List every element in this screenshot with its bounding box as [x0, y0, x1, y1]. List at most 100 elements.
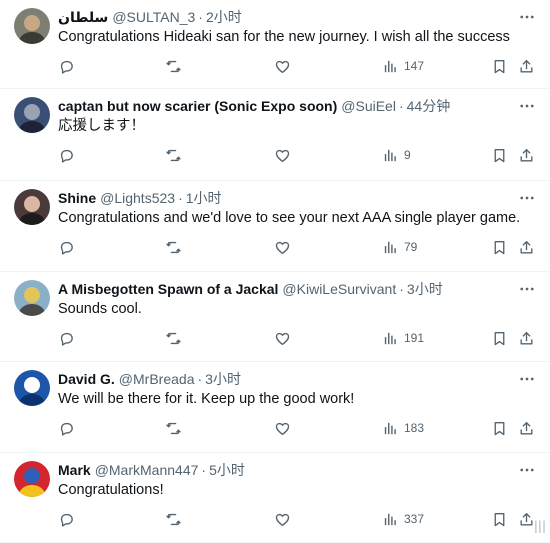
view-count: 147	[404, 59, 425, 73]
share-button[interactable]	[518, 56, 535, 76]
timestamp[interactable]: 3小时	[205, 369, 241, 389]
display-name[interactable]: captan but now scarier (Sonic Expo soon)	[58, 98, 337, 114]
like-button[interactable]	[274, 509, 291, 529]
views-button[interactable]: 191	[382, 328, 424, 348]
bookmark-button[interactable]	[491, 418, 508, 438]
more-options-icon[interactable]	[518, 8, 536, 26]
view-count: 183	[404, 421, 425, 435]
retweet-button[interactable]	[165, 237, 182, 257]
tweet-text: Congratulations and we'd love to see you…	[58, 210, 521, 226]
tweet-text: Congratulations Hideaki san for the new …	[58, 29, 510, 45]
action-bar: 79	[0, 237, 550, 259]
retweet-button[interactable]	[165, 328, 182, 348]
views-button[interactable]: 9	[382, 145, 411, 165]
timestamp[interactable]: 44分钟	[407, 96, 451, 116]
share-button[interactable]	[518, 237, 535, 257]
retweet-button[interactable]	[165, 145, 182, 165]
user-handle[interactable]: @SULTAN_3	[112, 9, 195, 25]
like-button[interactable]	[274, 237, 291, 257]
bookmark-button[interactable]	[491, 237, 508, 257]
share-button[interactable]	[518, 509, 535, 529]
bookmark-icon	[491, 239, 508, 256]
reply-button[interactable]	[58, 509, 75, 529]
tweet-reply[interactable]: سلطان @SULTAN_3 · 2小时 Congratulations Hideak…	[0, 0, 550, 89]
timestamp[interactable]: 5小时	[209, 460, 245, 480]
user-handle[interactable]: @MarkMann447	[95, 462, 199, 478]
action-bar: 9	[0, 145, 550, 167]
more-options-icon[interactable]	[518, 370, 536, 388]
avatar[interactable]	[14, 461, 50, 497]
retweet-button[interactable]	[165, 418, 182, 438]
reply-button[interactable]	[58, 56, 75, 76]
like-button[interactable]	[274, 145, 291, 165]
tweet-reply[interactable]: A Misbegotten Spawn of a Jackal @KiwiLeSu…	[0, 272, 550, 362]
bookmark-button[interactable]	[491, 328, 508, 348]
timestamp[interactable]: 3小时	[407, 279, 443, 299]
retweet-button[interactable]	[165, 509, 182, 529]
timestamp[interactable]: 1小时	[186, 188, 222, 208]
avatar[interactable]	[14, 280, 50, 316]
avatar[interactable]	[14, 8, 50, 44]
user-handle[interactable]: @Lights523	[100, 190, 175, 206]
reply-button[interactable]	[58, 328, 75, 348]
like-button[interactable]	[274, 56, 291, 76]
more-options-icon[interactable]	[518, 280, 536, 298]
display-name[interactable]: سلطان	[58, 9, 108, 26]
retweet-icon	[165, 147, 182, 164]
reply-button[interactable]	[58, 237, 75, 257]
share-icon	[518, 420, 535, 437]
tweet-reply[interactable]: David G. @MrBreada · 3小时 We will be there fo…	[0, 362, 550, 453]
retweet-button[interactable]	[165, 56, 182, 76]
separator-dot: ·	[201, 462, 207, 478]
bar-chart-icon	[382, 58, 399, 75]
action-bar: 147	[0, 56, 550, 78]
bookmark-icon	[491, 420, 508, 437]
separator-dot: ·	[398, 98, 404, 114]
action-bar: 337	[0, 509, 550, 531]
user-handle[interactable]: @SuiEel	[341, 98, 396, 114]
avatar[interactable]	[14, 97, 50, 133]
share-icon	[518, 58, 535, 75]
more-options-icon[interactable]	[518, 189, 536, 207]
reply-icon	[58, 420, 75, 437]
avatar[interactable]	[14, 370, 50, 406]
avatar[interactable]	[14, 189, 50, 225]
views-button[interactable]: 337	[382, 509, 424, 529]
heart-icon	[274, 420, 291, 437]
bookmark-button[interactable]	[491, 509, 508, 529]
reply-button[interactable]	[58, 418, 75, 438]
bookmark-button[interactable]	[491, 56, 508, 76]
tweet-reply[interactable]: captan but now scarier (Sonic Expo soon)…	[0, 89, 550, 181]
display-name[interactable]: Shine	[58, 190, 96, 206]
share-button[interactable]	[518, 328, 535, 348]
retweet-icon	[165, 420, 182, 437]
display-name[interactable]: Mark	[58, 462, 91, 478]
retweet-icon	[165, 239, 182, 256]
views-button[interactable]: 147	[382, 56, 424, 76]
share-button[interactable]	[518, 145, 535, 165]
bookmark-icon	[491, 58, 508, 75]
views-button[interactable]: 183	[382, 418, 424, 438]
views-button[interactable]: 79	[382, 237, 417, 257]
tweet-header: A Misbegotten Spawn of a Jackal @KiwiLeSu…	[58, 279, 500, 299]
tweet-header: captan but now scarier (Sonic Expo soon)…	[58, 96, 500, 116]
share-button[interactable]	[518, 418, 535, 438]
share-icon	[518, 511, 535, 528]
timestamp[interactable]: 2小时	[206, 7, 242, 27]
like-button[interactable]	[274, 328, 291, 348]
bookmark-button[interactable]	[491, 145, 508, 165]
tweet-reply[interactable]: Mark @MarkMann447 · 5小时 Congratulations! 337	[0, 453, 550, 543]
reply-button[interactable]	[58, 145, 75, 165]
view-count: 79	[404, 240, 418, 254]
reply-feed: سلطان @SULTAN_3 · 2小时 Congratulations Hideak…	[0, 0, 550, 543]
user-handle[interactable]: @MrBreada	[119, 371, 195, 387]
retweet-icon	[165, 330, 182, 347]
display-name[interactable]: A Misbegotten Spawn of a Jackal	[58, 281, 278, 297]
like-button[interactable]	[274, 418, 291, 438]
display-name[interactable]: David G.	[58, 371, 115, 387]
more-options-icon[interactable]	[518, 97, 536, 115]
tweet-reply[interactable]: Shine @Lights523 · 1小时 Congratulations and w…	[0, 181, 550, 272]
separator-dot: ·	[198, 9, 203, 25]
more-options-icon[interactable]	[518, 461, 536, 479]
user-handle[interactable]: @KiwiLeSurvivant	[282, 281, 396, 297]
